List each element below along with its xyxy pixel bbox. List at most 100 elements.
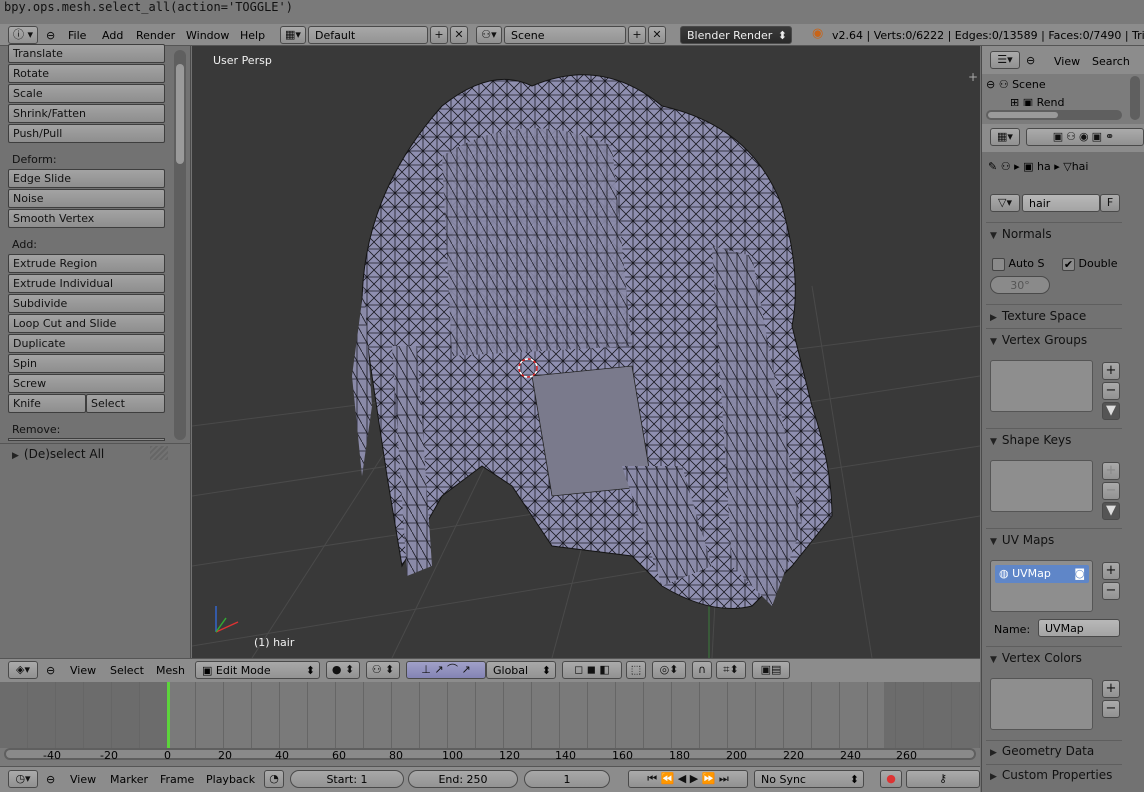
scene-field[interactable]: Scene	[504, 26, 626, 44]
preview-range-button[interactable]: ◔	[264, 770, 284, 788]
scene-icon[interactable]: ⚇▾	[476, 26, 502, 44]
add-vertex-group-button[interactable]: +	[1102, 362, 1120, 380]
custom-properties-panel-header[interactable]: ▶ Custom Properties	[990, 768, 1112, 782]
uv-name-field[interactable]: UVMap	[1038, 619, 1120, 637]
menu-marker[interactable]: Marker	[110, 773, 148, 786]
outliner-scrollbar[interactable]	[986, 110, 1122, 120]
remove-vertex-color-button[interactable]: −	[1102, 700, 1120, 718]
uv-maps-panel-header[interactable]: ▼ UV Maps	[990, 533, 1054, 547]
outliner-child-row[interactable]: ⊞ ▣ Rend	[1010, 96, 1120, 106]
shape-keys-list[interactable]	[990, 460, 1093, 512]
playback-controls[interactable]: ⏮ ⏪ ◀ ▶ ⏩ ⏭	[628, 770, 748, 788]
knife-button[interactable]: Knife	[8, 394, 86, 413]
toolshelf-scrollbar[interactable]	[174, 50, 186, 440]
transform-orientation-select[interactable]: Global ⬍	[486, 661, 556, 679]
menu-render[interactable]: Render	[136, 29, 175, 42]
render-buttons[interactable]: ▣▤	[752, 661, 790, 679]
texture-space-panel-header[interactable]: ▶ Texture Space	[990, 309, 1086, 323]
remove-scene-icon[interactable]: ✕	[648, 26, 666, 44]
current-frame-cursor[interactable]	[167, 682, 170, 748]
extrude-region-button[interactable]: Extrude Region	[8, 254, 165, 273]
menu-select[interactable]: Select	[110, 664, 144, 677]
outliner-vscrollbar[interactable]	[1130, 76, 1140, 120]
double-sided-checkbox[interactable]: ✔ Double	[1062, 257, 1117, 271]
menu-view[interactable]: View	[70, 664, 96, 677]
push-pull-button[interactable]: Push/Pull	[8, 124, 165, 143]
uv-map-item[interactable]: ◍ UVMap ◙	[995, 565, 1089, 583]
subdivide-button[interactable]: Subdivide	[8, 294, 165, 313]
snap-toggle-button[interactable]: ∩	[692, 661, 712, 679]
menu-playback[interactable]: Playback	[206, 773, 255, 786]
add-layout-icon[interactable]: +	[430, 26, 448, 44]
menu-frame[interactable]: Frame	[160, 773, 194, 786]
vertex-colors-list[interactable]	[990, 678, 1093, 730]
uv-maps-list[interactable]: ◍ UVMap ◙	[990, 560, 1093, 612]
translate-button[interactable]: Translate	[8, 44, 165, 63]
rotate-button[interactable]: Rotate	[8, 64, 165, 83]
3d-viewport[interactable]: User Persp (1) hair +	[192, 46, 980, 658]
loop-cut-slide-button[interactable]: Loop Cut and Slide	[8, 314, 165, 333]
shape-key-menu-button[interactable]: ▼	[1102, 502, 1120, 520]
menu-file[interactable]: File	[68, 29, 86, 42]
duplicate-button[interactable]: Duplicate	[8, 334, 165, 353]
vertex-groups-list[interactable]	[990, 360, 1093, 412]
proportional-edit-button[interactable]: ◎⬍	[652, 661, 686, 679]
collapse-menu-icon[interactable]: ⊖	[46, 664, 55, 677]
manipulator-toggles[interactable]: ⊥ ↗ ⌒ ↗	[406, 661, 486, 679]
outliner-scene-row[interactable]: ⊖ ⚇ Scene	[986, 78, 1126, 94]
add-uv-map-button[interactable]: +	[1102, 562, 1120, 580]
add-scene-icon[interactable]: +	[628, 26, 646, 44]
collapse-menu-icon[interactable]: ⊖	[46, 29, 55, 42]
occlude-geometry-button[interactable]: ⬚	[626, 661, 646, 679]
geometry-data-panel-header[interactable]: ▶ Geometry Data	[990, 744, 1094, 758]
auto-smooth-checkbox[interactable]: Auto S	[992, 257, 1045, 271]
keying-set-field[interactable]: ⚷	[906, 770, 980, 788]
add-vertex-color-button[interactable]: +	[1102, 680, 1120, 698]
menu-search[interactable]: Search	[1092, 55, 1130, 68]
shape-keys-panel-header[interactable]: ▼ Shape Keys	[990, 433, 1071, 447]
noise-button[interactable]: Noise	[8, 189, 165, 208]
editor-type-outliner-button[interactable]: ☰▾	[990, 51, 1020, 69]
vertex-groups-panel-header[interactable]: ▼ Vertex Groups	[990, 333, 1087, 347]
menu-view[interactable]: View	[70, 773, 96, 786]
pivot-point-button[interactable]: ⚇ ⬍	[366, 661, 400, 679]
menu-mesh[interactable]: Mesh	[156, 664, 185, 677]
screen-layout-icon[interactable]: ▦▾	[280, 26, 306, 44]
mode-select[interactable]: ▣ Edit Mode ⬍	[195, 661, 320, 679]
remove-vertex-group-button[interactable]: −	[1102, 382, 1120, 400]
normals-panel-header[interactable]: ▼ Normals	[990, 227, 1052, 241]
smooth-vertex-button[interactable]: Smooth Vertex	[8, 209, 165, 228]
current-frame-field[interactable]: 1	[524, 770, 610, 788]
extrude-individual-button[interactable]: Extrude Individual	[8, 274, 165, 293]
editor-type-info-button[interactable]: ⓘ ▾	[8, 26, 38, 44]
start-frame-field[interactable]: Start: 1	[290, 770, 404, 788]
select-mode-buttons[interactable]: ◻ ◼ ◧	[562, 661, 622, 679]
vertex-group-menu-button[interactable]: ▼	[1102, 402, 1120, 420]
scrollbar-thumb[interactable]	[176, 64, 184, 164]
fake-user-button[interactable]: F	[1100, 194, 1120, 212]
editor-type-timeline-button[interactable]: ◷▾	[8, 770, 38, 788]
collapse-menu-icon[interactable]: ⊖	[1026, 54, 1035, 67]
remove-shape-key-button[interactable]: −	[1102, 482, 1120, 500]
timeline-area[interactable]: -40 -20 0 20 40 60 80 100 120 140 160 18…	[0, 682, 980, 766]
drag-grip-icon[interactable]	[150, 446, 168, 460]
scale-button[interactable]: Scale	[8, 84, 165, 103]
menu-window[interactable]: Window	[186, 29, 229, 42]
properties-toggle-icon[interactable]: +	[968, 70, 978, 84]
shrink-fatten-button[interactable]: Shrink/Fatten	[8, 104, 165, 123]
sync-mode-select[interactable]: No Sync ⬍	[754, 770, 864, 788]
menu-help[interactable]: Help	[240, 29, 265, 42]
scrollbar-thumb[interactable]	[988, 112, 1058, 118]
menu-add[interactable]: Add	[102, 29, 123, 42]
auto-smooth-angle-field[interactable]: 30°	[990, 276, 1050, 294]
mesh-browse-button[interactable]: ▽▾	[990, 194, 1020, 212]
knife-select-button[interactable]: Select	[86, 394, 165, 413]
operator-panel-header[interactable]: ▶ (De)select All	[12, 447, 104, 461]
end-frame-field[interactable]: End: 250	[408, 770, 518, 788]
remove-layout-icon[interactable]: ✕	[450, 26, 468, 44]
context-tabs[interactable]: ▣⚇◉▣⚭	[1026, 128, 1144, 146]
viewport-shading-button[interactable]: ● ⬍	[326, 661, 360, 679]
add-shape-key-button[interactable]: +	[1102, 462, 1120, 480]
render-engine-select[interactable]: Blender Render ⬍	[680, 26, 792, 44]
snap-element-button[interactable]: ⌗⬍	[716, 661, 746, 679]
